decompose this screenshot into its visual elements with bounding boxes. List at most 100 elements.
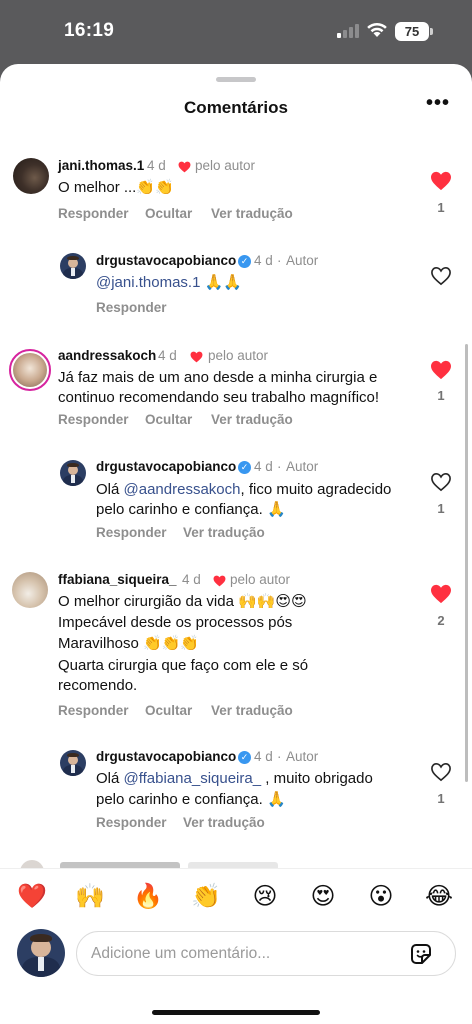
author-liked-heart-icon — [178, 161, 191, 173]
emoji-fire[interactable]: 🔥 — [133, 881, 163, 911]
author-liked-heart-icon — [190, 351, 203, 363]
reply-text-tail: 🙏🙏 — [200, 274, 242, 291]
comment-username[interactable]: ffabiana_siqueira_ — [58, 572, 177, 587]
reply-button[interactable]: Responder — [58, 412, 129, 427]
hide-button[interactable]: Ocultar — [145, 206, 192, 221]
comment-composer: Adicione um comentário... — [0, 924, 472, 1024]
next-comment-peek — [20, 860, 450, 868]
like-count: 1 — [437, 791, 445, 806]
translate-button[interactable]: Ver tradução — [211, 206, 293, 221]
liked-by-author-label: pelo autor — [208, 348, 269, 363]
hide-button[interactable]: Ocultar — [145, 412, 192, 427]
wifi-icon — [367, 22, 387, 37]
home-indicator[interactable] — [152, 1010, 320, 1015]
reply-text-tail: , fico muito agradecido — [240, 481, 392, 498]
avatar[interactable] — [17, 929, 65, 977]
author-liked-heart-icon — [213, 575, 226, 587]
cellular-signal-icon — [337, 24, 359, 38]
emoji-clapping[interactable]: 👏 — [191, 881, 221, 911]
avatar[interactable] — [60, 253, 86, 279]
reply-text: @jani.thomas.1 🙏🙏 — [96, 272, 242, 293]
comment-age: 4 d — [182, 572, 201, 587]
comment-age: 4 d — [158, 348, 177, 363]
reply-text: Olá @aandressakoch, fico muito agradecid… — [96, 479, 391, 500]
reply-text-head: Olá — [96, 770, 124, 787]
comment-text: Já faz mais de um ano desde a minha ciru… — [58, 369, 378, 386]
comment-text: O melhor cirurgião da vida 🙌🙌😍😍 — [58, 593, 307, 610]
comment-age: 4 d — [147, 158, 166, 173]
scrollbar[interactable] — [465, 344, 468, 782]
comment-username[interactable]: aandressakoch — [58, 348, 156, 363]
liked-by-author-label: pelo autor — [195, 158, 256, 173]
avatar[interactable] — [60, 460, 86, 486]
status-time: 16:19 — [64, 20, 115, 41]
reply-button[interactable]: Responder — [96, 300, 167, 315]
heart-outline-icon[interactable] — [430, 266, 452, 286]
emoji-heart[interactable]: ❤️ — [17, 881, 47, 911]
heart-filled-icon[interactable] — [430, 584, 452, 604]
verified-badge-icon: ✓ — [238, 751, 251, 764]
author-tag: Autor — [286, 749, 319, 764]
reply-text-head: Olá — [96, 481, 124, 498]
mention-link[interactable]: @ffabiana_siqueira_ — [124, 770, 262, 787]
translate-button[interactable]: Ver tradução — [183, 525, 265, 540]
avatar[interactable] — [60, 750, 86, 776]
comment-username[interactable]: jani.thomas.1 — [58, 158, 144, 173]
emoji-heart-eyes[interactable]: 😍 — [308, 881, 338, 911]
more-options-icon[interactable]: ••• — [426, 93, 450, 114]
reply-button[interactable]: Responder — [96, 815, 167, 830]
reply-age: 4 d — [254, 253, 273, 268]
heart-filled-icon[interactable] — [430, 360, 452, 380]
emoji-quick-bar: ❤️ 🙌 🔥 👏 😢 😍 😮 😂 — [0, 868, 472, 924]
reply-username[interactable]: drgustavocapobianco — [96, 749, 236, 764]
comment-text: O melhor ...👏👏 — [58, 179, 174, 196]
avatar[interactable] — [9, 349, 51, 391]
battery-icon: 75 — [395, 22, 433, 41]
heart-outline-icon[interactable] — [430, 762, 452, 782]
translate-button[interactable]: Ver tradução — [211, 703, 293, 718]
reply-username[interactable]: drgustavocapobianco — [96, 253, 236, 268]
liked-by-author-label: pelo autor — [230, 572, 291, 587]
comment-text: Impecável desde os processos pós — [58, 614, 293, 631]
avatar[interactable] — [12, 572, 48, 608]
avatar[interactable] — [13, 158, 49, 194]
comment-input[interactable]: Adicione um comentário... — [76, 931, 456, 976]
like-count: 1 — [437, 501, 445, 516]
reply-button[interactable]: Responder — [96, 525, 167, 540]
sheet-title: Comentários — [184, 98, 288, 117]
emoji-surprised[interactable]: 😮 — [366, 881, 396, 911]
comments-sheet: Comentários ••• jani.thomas.1 4 d pelo a… — [0, 64, 472, 1024]
heart-filled-icon[interactable] — [430, 171, 452, 191]
meta-separator: · — [277, 749, 282, 764]
verified-badge-icon: ✓ — [238, 255, 251, 268]
like-count: 2 — [437, 613, 445, 628]
comment-text: recomendo. — [58, 677, 138, 694]
reply-text-tail: , muito obrigado — [261, 770, 373, 787]
verified-badge-icon: ✓ — [238, 461, 251, 474]
reply-button[interactable]: Responder — [58, 703, 129, 718]
sheet-grabber[interactable] — [216, 77, 256, 82]
translate-button[interactable]: Ver tradução — [211, 412, 293, 427]
reply-username[interactable]: drgustavocapobianco — [96, 459, 236, 474]
heart-outline-icon[interactable] — [430, 472, 452, 492]
status-bar: 16:19 75 — [0, 0, 472, 64]
reply-age: 4 d — [254, 459, 273, 474]
comment-text: continuo recomendando seu trabalho magní… — [58, 389, 380, 406]
mention-link[interactable]: @jani.thomas.1 — [96, 274, 200, 291]
emoji-laughing[interactable]: 😂 — [424, 881, 454, 911]
like-count: 1 — [437, 200, 445, 215]
translate-button[interactable]: Ver tradução — [183, 815, 265, 830]
emoji-raised-hands[interactable]: 🙌 — [75, 881, 105, 911]
hide-button[interactable]: Ocultar — [145, 703, 192, 718]
comment-input-placeholder: Adicione um comentário... — [91, 945, 271, 962]
reply-text: pelo carinho e confiança. 🙏 — [96, 791, 286, 808]
meta-separator: · — [277, 253, 282, 268]
emoji-crying[interactable]: 😢 — [250, 881, 280, 911]
reply-age: 4 d — [254, 749, 273, 764]
mention-link[interactable]: @aandressakoch — [124, 481, 241, 498]
sticker-icon[interactable] — [409, 942, 433, 966]
meta-separator: · — [277, 459, 282, 474]
reply-text: Olá @ffabiana_siqueira_ , muito obrigado — [96, 768, 373, 789]
comment-text: Quarta cirurgia que faço com ele e só — [58, 657, 309, 674]
reply-button[interactable]: Responder — [58, 206, 129, 221]
